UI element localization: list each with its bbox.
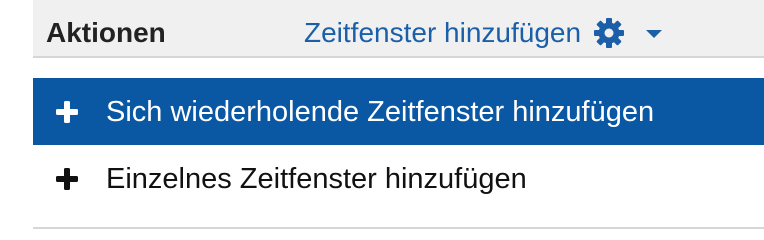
plus-icon [56,100,78,123]
add-timeslot-label: Zeitfenster hinzufügen [304,17,582,48]
add-timeslot-dropdown-toggle[interactable]: Zeitfenster hinzufügen [304,14,663,52]
menu-item-label: Sich wiederholende Zeitfenster hinzufüge… [106,95,655,128]
plus-icon [56,167,78,190]
caret-down-icon [645,27,663,39]
menu-item-add-recurring-timeslots[interactable]: Sich wiederholende Zeitfenster hinzufüge… [33,78,764,145]
gear-icon [593,17,625,49]
actions-panel: Aktionen Zeitfenster hinzufügen Sich wie… [0,0,764,230]
actions-title: Aktionen [46,17,166,48]
divider [33,227,764,229]
menu-item-label: Einzelnes Zeitfenster hinzufügen [106,162,527,195]
add-timeslot-menu: Sich wiederholende Zeitfenster hinzufüge… [33,78,764,212]
actions-header: Aktionen Zeitfenster hinzufügen [33,0,764,58]
menu-item-add-single-timeslot[interactable]: Einzelnes Zeitfenster hinzufügen [33,145,764,212]
left-gutter [0,0,33,58]
